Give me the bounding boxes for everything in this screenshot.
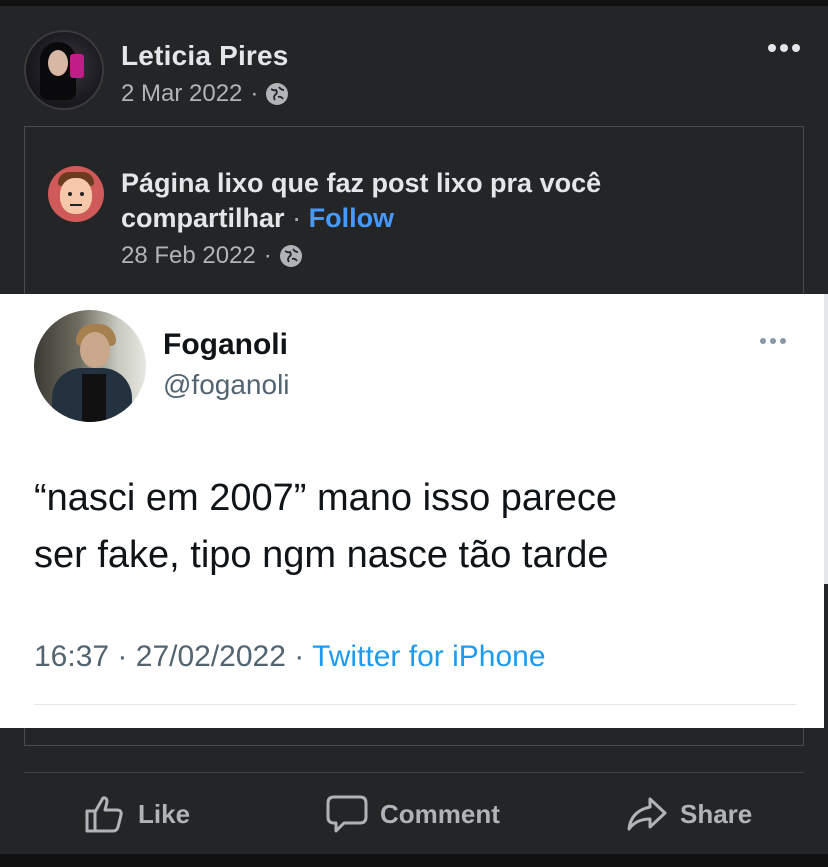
tweet-screenshot-image[interactable]: Foganoli @foganoli “nasci em 2007” mano … (0, 294, 824, 728)
share-button[interactable]: Share (626, 788, 752, 840)
title-separator: · (292, 203, 302, 233)
page-avatar[interactable] (48, 166, 104, 222)
scrollbar[interactable] (824, 294, 828, 584)
comment-icon (326, 795, 368, 833)
shared-post-date[interactable]: 28 Feb 2022 (121, 242, 256, 270)
share-arrow-icon (627, 797, 667, 831)
like-label: Like (138, 798, 191, 829)
tweet-source: Twitter for iPhone (312, 640, 546, 673)
comment-label: Comment (380, 798, 500, 829)
tweet-meta-separator: · (117, 640, 128, 673)
globe-icon (266, 83, 289, 105)
post-date[interactable]: 2 Mar 2022 (121, 80, 242, 108)
comment-button[interactable]: Comment (326, 788, 500, 840)
globe-icon (279, 245, 302, 267)
author-name[interactable]: Leticia Pires (121, 40, 289, 72)
shared-meta-separator: · (263, 242, 272, 269)
action-divider (24, 772, 804, 773)
shared-post-meta: 28 Feb 2022 · (121, 242, 302, 270)
tweet-author-handle: @foganoli (163, 369, 290, 400)
tweet-avatar (34, 310, 146, 422)
follow-button[interactable]: Follow (309, 203, 394, 233)
tweet-author-name: Foganoli (163, 328, 288, 361)
share-label: Share (680, 798, 753, 829)
author-avatar[interactable] (24, 30, 104, 110)
tweet-meta: 16:37 · 27/02/2022 · Twitter for iPhone (34, 640, 546, 674)
tweet-text: “nasci em 2007” mano isso parece ser fak… (34, 470, 794, 584)
tweet-date: 27/02/2022 (135, 640, 286, 673)
tweet-time: 16:37 (34, 640, 110, 673)
shared-page-title: Página lixo que faz post lixo pra você c… (121, 166, 741, 236)
thumbs-up-icon (85, 796, 123, 833)
tweet-more-icon (760, 338, 786, 344)
like-button[interactable]: Like (84, 788, 190, 840)
tweet-text-line: ser fake, tipo ngm nasce tão tarde (34, 534, 609, 576)
more-options-icon[interactable] (764, 38, 804, 58)
tweet-meta-separator: · (294, 640, 305, 673)
post-meta: 2 Mar 2022 · (121, 80, 289, 108)
meta-separator: · (250, 80, 259, 107)
tweet-text-line: “nasci em 2007” mano isso parece (34, 477, 617, 519)
tweet-divider (34, 704, 796, 705)
